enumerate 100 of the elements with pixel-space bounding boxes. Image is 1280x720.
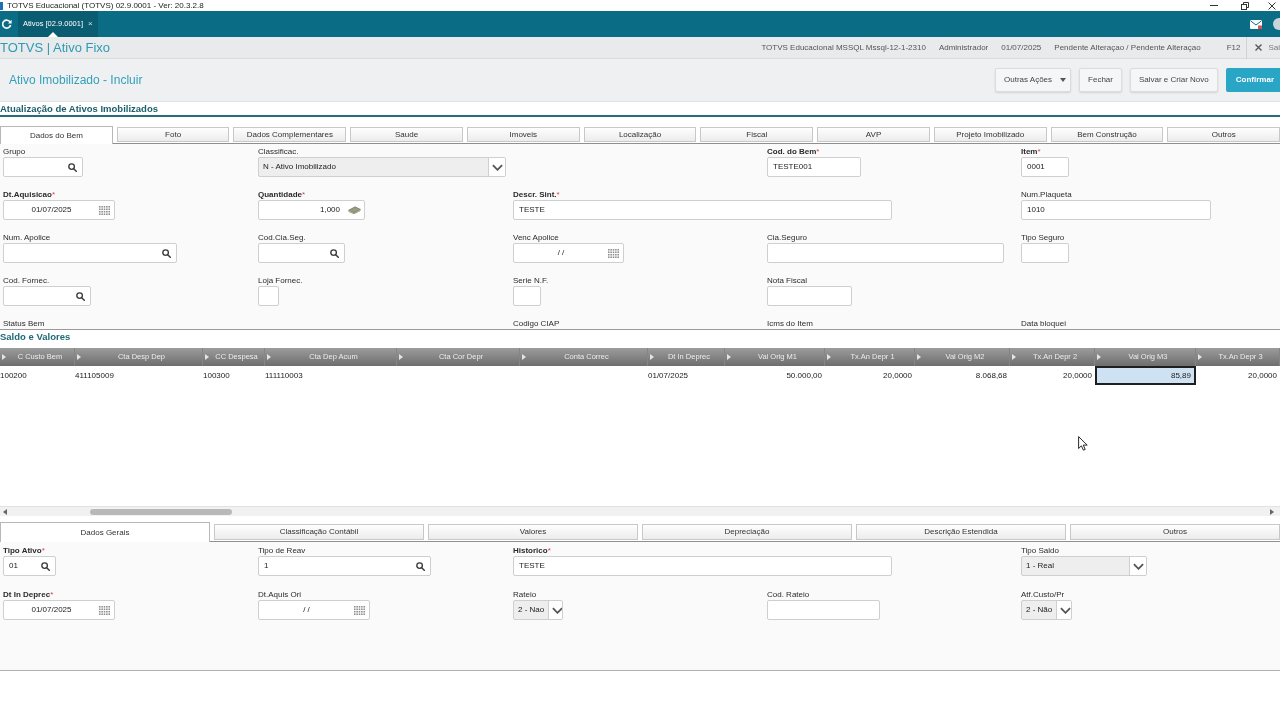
calendar-icon[interactable] xyxy=(354,605,365,615)
table-cell[interactable]: 20,0000 xyxy=(1010,366,1095,385)
tab[interactable]: Foto xyxy=(116,127,230,142)
lookup-field[interactable] xyxy=(258,243,345,263)
field-label: Codigo CIAP xyxy=(513,319,560,329)
chevron-down-icon[interactable] xyxy=(1059,606,1071,614)
caret-right-icon[interactable] xyxy=(1270,508,1274,515)
table-cell[interactable]: 411105009 xyxy=(75,366,203,385)
quantity-field[interactable]: 1,000 xyxy=(258,200,365,220)
tab[interactable]: AVP xyxy=(817,127,930,142)
caret-right-icon[interactable] xyxy=(827,354,831,360)
table-cell[interactable]: 100300 xyxy=(203,366,265,385)
chevron-down-icon[interactable] xyxy=(1132,562,1144,570)
calendar-icon[interactable] xyxy=(608,248,619,258)
horizontal-scrollbar[interactable] xyxy=(0,506,1280,516)
mail-icon[interactable] xyxy=(1250,19,1262,29)
search-icon[interactable] xyxy=(162,248,171,258)
tab[interactable]: Dados do Bem xyxy=(0,126,113,144)
date-field[interactable]: / / xyxy=(513,243,624,263)
date-field[interactable]: 01/07/2025 xyxy=(3,600,115,620)
calendar-icon[interactable] xyxy=(99,605,110,615)
search-icon[interactable] xyxy=(416,561,425,571)
tab[interactable]: Bem Construção xyxy=(1050,127,1164,142)
tab[interactable]: Outros xyxy=(1070,524,1280,540)
search-icon[interactable] xyxy=(330,248,339,258)
lookup-field[interactable]: 01 xyxy=(3,556,56,576)
input-field[interactable]: TESTE xyxy=(513,556,892,576)
table-cell[interactable]: 01/07/2025 xyxy=(648,366,725,385)
select-field[interactable]: 2 - Nao xyxy=(513,600,563,620)
input-field[interactable] xyxy=(258,286,279,306)
lookup-field[interactable]: 1 xyxy=(258,556,431,576)
caret-right-icon[interactable] xyxy=(205,354,209,360)
tab[interactable]: Descrição Estendida xyxy=(856,524,1066,540)
mouse-pointer-icon xyxy=(1078,436,1088,451)
tab[interactable]: Imoveis xyxy=(466,127,580,142)
field-label: Venc Apolice xyxy=(513,233,559,243)
caret-right-icon[interactable] xyxy=(77,354,81,360)
tab[interactable]: Classificação Contábil xyxy=(214,524,424,540)
caret-down-icon[interactable] xyxy=(1060,78,1067,82)
table-cell[interactable]: 20,0000 xyxy=(1196,366,1280,385)
tab[interactable]: Localização xyxy=(583,127,697,142)
caret-right-icon[interactable] xyxy=(650,354,654,360)
search-icon[interactable] xyxy=(41,561,50,571)
input-field[interactable] xyxy=(767,600,880,620)
refresh-icon[interactable] xyxy=(2,19,12,29)
tab[interactable]: Outros xyxy=(1167,127,1280,142)
menu-button[interactable]: Outras Ações xyxy=(995,68,1072,92)
tab[interactable]: Projeto Imobilizado xyxy=(933,127,1047,142)
input-field[interactable]: TESTE001 xyxy=(767,157,861,177)
caret-right-icon[interactable] xyxy=(1012,354,1016,360)
caret-right-icon[interactable] xyxy=(267,354,271,360)
caret-left-icon[interactable] xyxy=(3,508,7,515)
input-field[interactable]: 0001 xyxy=(1021,157,1069,177)
input-field[interactable] xyxy=(767,243,1004,263)
tab[interactable]: Dados Gerais xyxy=(0,522,210,542)
select-field[interactable]: 2 - Não xyxy=(1021,600,1072,620)
action-button[interactable]: Fechar xyxy=(1079,68,1122,92)
lookup-field[interactable] xyxy=(3,243,177,263)
action-button[interactable]: Salvar e Criar Novo xyxy=(1129,68,1218,92)
chevron-down-icon[interactable] xyxy=(551,606,562,614)
calendar-icon[interactable] xyxy=(99,205,110,215)
caret-right-icon[interactable] xyxy=(1198,354,1202,360)
chevron-down-icon[interactable] xyxy=(491,163,503,171)
input-field[interactable]: TESTE xyxy=(513,200,892,220)
tab[interactable]: Valores xyxy=(428,524,638,540)
select-field[interactable]: 1 - Real xyxy=(1021,556,1147,576)
caret-right-icon[interactable] xyxy=(727,354,731,360)
input-field[interactable] xyxy=(513,286,541,306)
lookup-field[interactable] xyxy=(3,286,91,306)
lookup-field[interactable] xyxy=(3,157,83,177)
banknote-icon[interactable] xyxy=(348,206,361,214)
caret-right-icon[interactable] xyxy=(522,354,526,360)
input-field[interactable]: 1010 xyxy=(1021,200,1211,220)
tab[interactable]: Saude xyxy=(350,127,463,142)
tab[interactable]: Depreciação xyxy=(642,524,852,540)
table-cell[interactable]: 20,0000 xyxy=(825,366,915,385)
input-field[interactable] xyxy=(1021,243,1069,263)
caret-right-icon[interactable] xyxy=(1097,354,1101,360)
table-cell[interactable]: 111110003 xyxy=(265,366,397,385)
date-field[interactable]: / / xyxy=(258,600,370,620)
caret-right-icon[interactable] xyxy=(399,354,403,360)
date-field[interactable]: 01/07/2025 xyxy=(3,200,115,220)
search-icon[interactable] xyxy=(68,162,77,172)
exit-button[interactable]: Sai xyxy=(1255,41,1280,54)
tab-close-button[interactable]: × xyxy=(88,20,93,28)
input-field[interactable] xyxy=(767,286,852,306)
close-icon[interactable] xyxy=(1268,1,1276,10)
table-cell[interactable]: 50.000,00 xyxy=(725,366,825,385)
close-icon[interactable] xyxy=(1255,44,1263,51)
tab[interactable]: Dados Complementares xyxy=(233,127,347,142)
table-cell[interactable]: 100200 xyxy=(0,366,75,385)
search-icon[interactable] xyxy=(76,291,85,301)
select-field[interactable]: N - Ativo Imobilizado xyxy=(258,157,506,177)
table-cell[interactable]: 85,89 xyxy=(1095,366,1196,385)
table-cell[interactable]: 8.068,68 xyxy=(915,366,1010,385)
scrollbar-thumb[interactable] xyxy=(90,508,232,515)
restore-icon[interactable] xyxy=(1241,1,1249,10)
caret-right-icon[interactable] xyxy=(2,354,6,360)
tab[interactable]: Fiscal xyxy=(700,127,814,142)
caret-right-icon[interactable] xyxy=(917,354,921,360)
